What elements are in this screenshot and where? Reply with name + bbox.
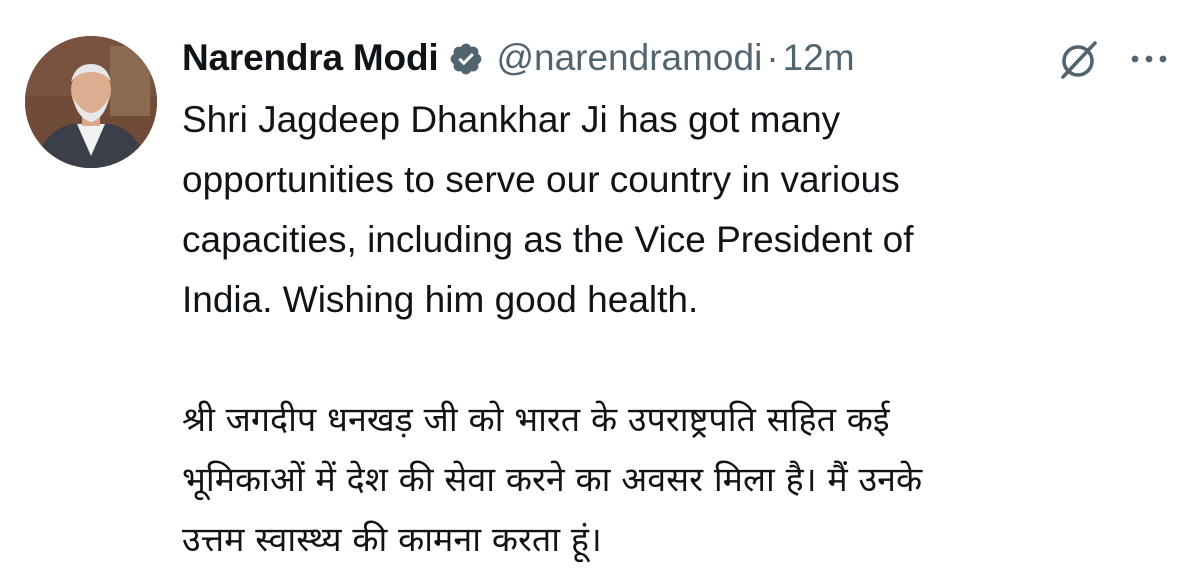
author-name[interactable]: Narendra Modi xyxy=(182,37,439,79)
post-header: Narendra Modi @narendramodi · 12m xyxy=(182,30,855,86)
avatar[interactable] xyxy=(25,36,157,168)
post: Narendra Modi @narendramodi · 12m Shri J… xyxy=(0,0,1200,575)
author-handle[interactable]: @narendramodi xyxy=(496,37,762,79)
meta-separator: · xyxy=(766,37,779,78)
post-text-hindi: श्री जगदीप धनखड़ जी को भारत के उपराष्ट्र… xyxy=(182,400,923,560)
verified-badge-icon xyxy=(448,41,484,77)
more-options-icon[interactable] xyxy=(1126,45,1172,73)
post-timestamp[interactable]: 12m xyxy=(783,37,855,79)
post-body: Shri Jagdeep Dhankhar Ji has got many op… xyxy=(182,90,1182,570)
avatar-image xyxy=(25,36,157,168)
grok-icon[interactable] xyxy=(1055,37,1101,83)
post-text-english: Shri Jagdeep Dhankhar Ji has got many op… xyxy=(182,99,914,320)
